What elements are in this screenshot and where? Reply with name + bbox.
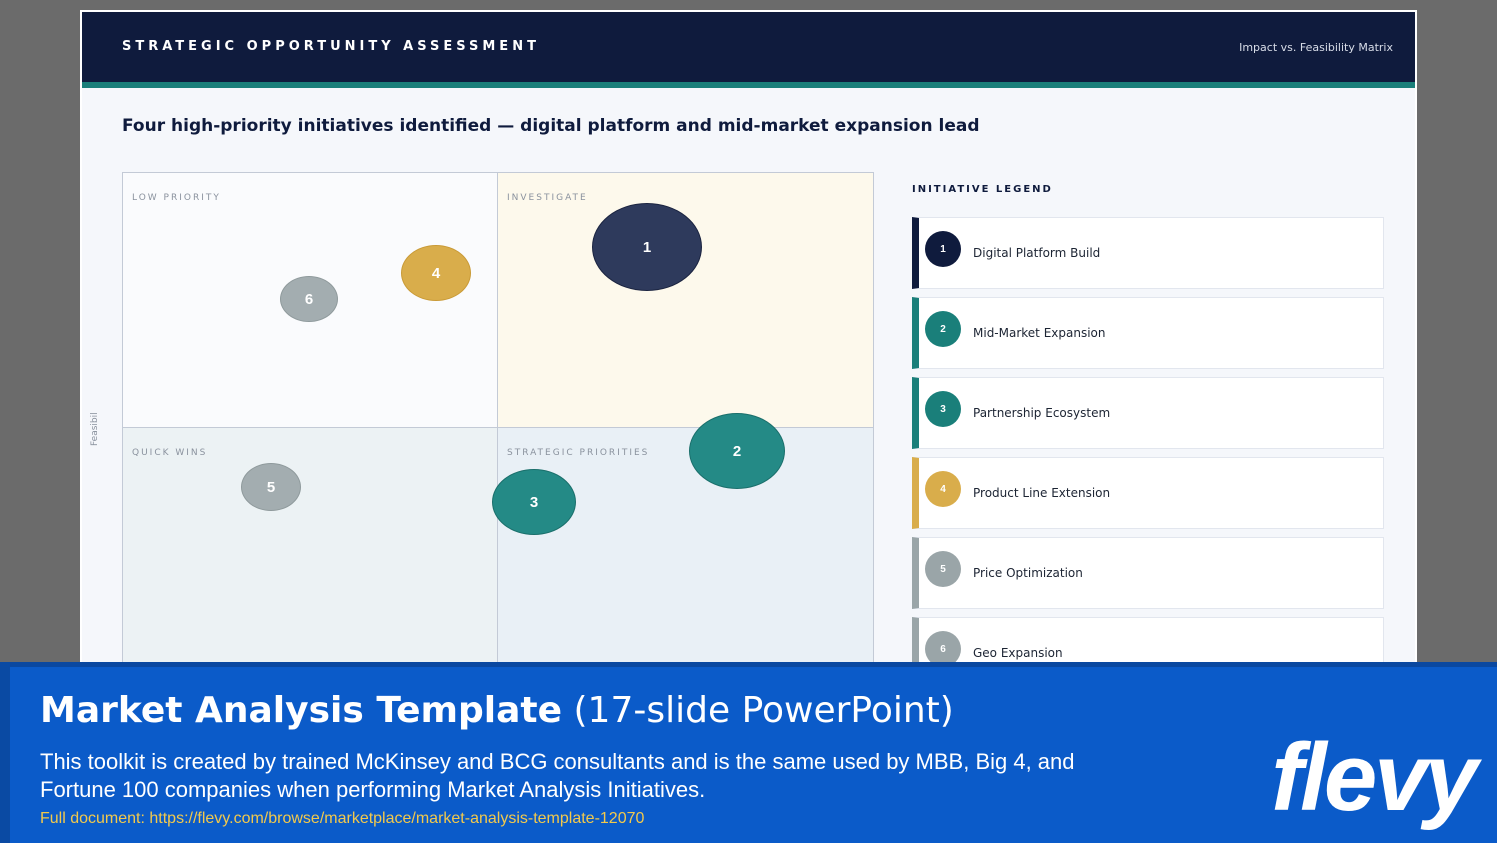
legend-title: INITIATIVE LEGEND (912, 184, 1053, 195)
quadrant-label: STRATEGIC PRIORITIES (507, 448, 650, 458)
legend-item-1[interactable]: 1 Digital Platform Build (912, 217, 1384, 289)
header-subtitle: Impact vs. Feasibility Matrix (1239, 41, 1393, 54)
legend-number-badge: 1 (925, 231, 961, 267)
legend-label: Partnership Ecosystem (973, 406, 1111, 420)
legend-item-3[interactable]: 3 Partnership Ecosystem (912, 377, 1384, 449)
header-title: STRATEGIC OPPORTUNITY ASSESSMENT (122, 39, 540, 54)
quadrant-strategic-priorities: STRATEGIC PRIORITIES (497, 427, 874, 698)
bubble-number: 2 (732, 442, 742, 460)
slide-headline: Four high-priority initiatives identifie… (122, 116, 980, 136)
legend-number-badge: 2 (925, 311, 961, 347)
legend-label: Digital Platform Build (973, 246, 1101, 260)
y-axis-label: Feasibility (90, 412, 100, 446)
quadrant-investigate: INVESTIGATE (497, 172, 874, 428)
bubble-number: 5 (266, 478, 276, 496)
slide: STRATEGIC OPPORTUNITY ASSESSMENT Impact … (80, 10, 1417, 700)
bubble-6[interactable]: 6 (280, 276, 338, 322)
legend-item-4[interactable]: 4 Product Line Extension (912, 457, 1384, 529)
banner-description: This toolkit is created by trained McKin… (40, 749, 1075, 802)
banner-top-line (0, 662, 1497, 667)
quadrant-label: LOW PRIORITY (132, 193, 221, 203)
bubble-3[interactable]: 3 (492, 469, 576, 535)
banner-title-bold: Market Analysis Template (40, 690, 563, 731)
bubble-number: 1 (642, 238, 652, 256)
legend-number-badge: 5 (925, 551, 961, 587)
legend-label: Mid-Market Expansion (973, 326, 1106, 340)
legend-number-badge: 4 (925, 471, 961, 507)
bubble-4[interactable]: 4 (401, 245, 471, 301)
legend-label: Geo Expansion (973, 646, 1063, 660)
bubble-number: 6 (304, 290, 314, 308)
bubble-number: 4 (431, 264, 441, 282)
legend-label: Product Line Extension (973, 486, 1111, 500)
priority-matrix: LOW PRIORITY INVESTIGATE QUICK WINS STRA… (122, 172, 874, 698)
promo-banner: Market Analysis Template (17-slide Power… (0, 662, 1497, 843)
legend-label: Price Optimization (973, 566, 1083, 580)
quadrant-label: QUICK WINS (132, 448, 208, 458)
banner-document-link[interactable]: Full document: https://flevy.com/browse/… (40, 810, 644, 828)
banner-title: Market Analysis Template (17-slide Power… (40, 690, 954, 731)
bubble-2[interactable]: 2 (689, 413, 785, 489)
banner-accent-strip (0, 662, 10, 843)
legend-number-badge: 3 (925, 391, 961, 427)
slide-header: STRATEGIC OPPORTUNITY ASSESSMENT Impact … (82, 12, 1415, 88)
legend-item-5[interactable]: 5 Price Optimization (912, 537, 1384, 609)
legend-item-2[interactable]: 2 Mid-Market Expansion (912, 297, 1384, 369)
flevy-logo[interactable]: flevy (1271, 730, 1478, 826)
bubble-number: 3 (529, 493, 539, 511)
quadrant-label: INVESTIGATE (507, 193, 588, 203)
banner-title-light: (17-slide PowerPoint) (573, 690, 954, 731)
bubble-5[interactable]: 5 (241, 463, 301, 511)
quadrant-quick-wins: QUICK WINS (122, 427, 498, 698)
bubble-1[interactable]: 1 (592, 203, 702, 291)
